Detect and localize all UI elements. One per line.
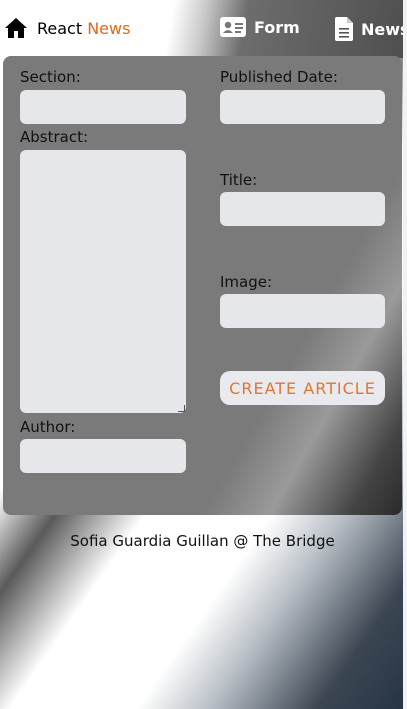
published-date-label: Published Date: — [220, 68, 338, 86]
image-label: Image: — [220, 273, 273, 291]
nav-form-link[interactable]: Form — [220, 17, 300, 37]
author-input[interactable] — [20, 439, 186, 473]
nav-form-label: Form — [254, 17, 300, 37]
create-article-button[interactable]: CREATE ARTICLE — [220, 371, 385, 405]
title-input[interactable] — [220, 192, 385, 226]
id-card-icon — [220, 17, 246, 37]
page: React News Form News Section: Published … — [2, 0, 407, 709]
create-article-form: Section: Published Date: Abstract: Title… — [3, 56, 402, 515]
abstract-textarea[interactable] — [20, 150, 186, 413]
document-icon — [335, 17, 353, 41]
top-nav: React News Form News — [2, 0, 407, 58]
resize-handle[interactable] — [178, 405, 185, 412]
section-label: Section: — [20, 68, 81, 86]
published-date-input[interactable] — [220, 90, 385, 124]
scrollbar-track[interactable] — [403, 0, 407, 709]
brand-prefix: React — [37, 18, 88, 38]
brand-link[interactable]: React News — [4, 16, 130, 40]
author-label: Author: — [20, 418, 76, 436]
abstract-label: Abstract: — [20, 128, 89, 146]
image-input[interactable] — [220, 294, 385, 328]
brand-accent: News — [87, 18, 131, 38]
home-icon — [5, 18, 27, 38]
section-input[interactable] — [20, 90, 186, 124]
title-label: Title: — [220, 171, 258, 189]
nav-news-label: News — [361, 19, 407, 39]
brand-name: React News — [37, 19, 130, 38]
nav-news-link[interactable]: News — [335, 17, 407, 41]
footer-credit: Sofia Guardia Guillan @ The Bridge — [70, 532, 335, 550]
